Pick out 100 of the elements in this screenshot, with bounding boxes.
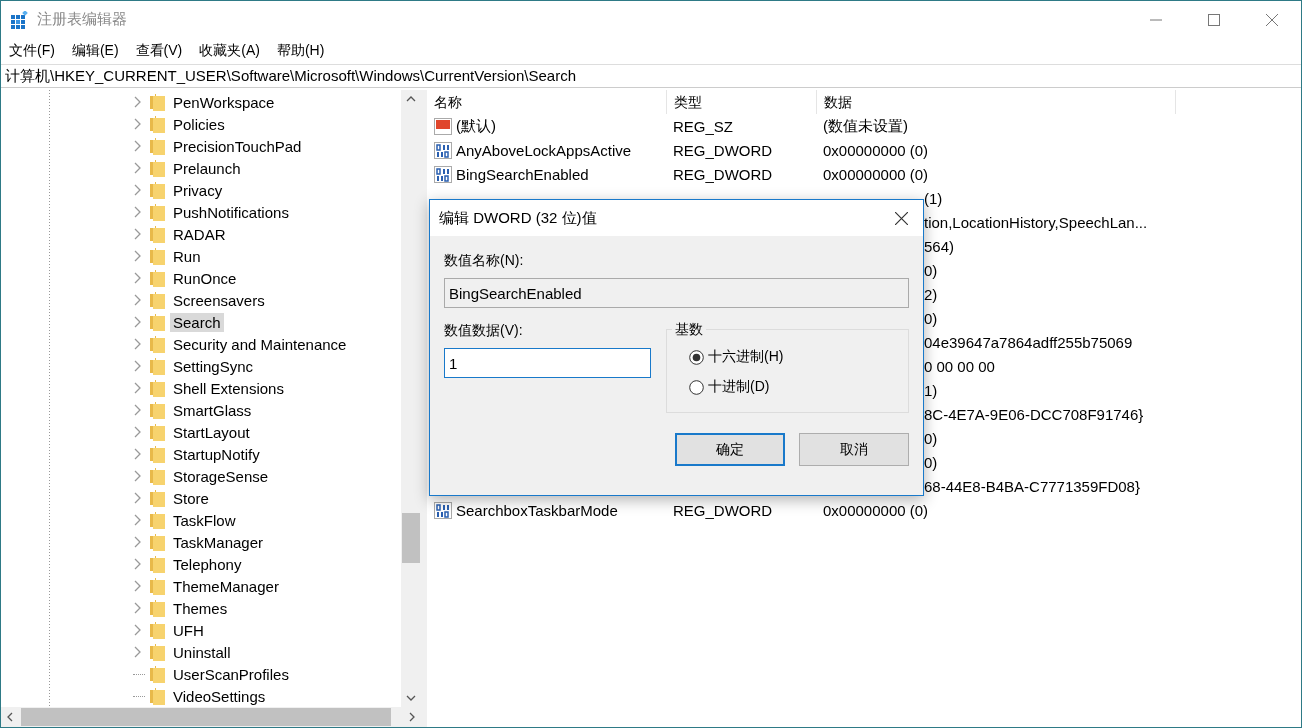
- close-icon: [1266, 13, 1278, 26]
- tree-item[interactable]: PenWorkspace: [170, 92, 278, 112]
- column-header[interactable]: 名称: [427, 90, 667, 114]
- dialog-title: 编辑 DWORD (32 位)值: [439, 208, 597, 228]
- tree-item[interactable]: StartLayout: [170, 422, 253, 442]
- value-data: 8C-4E7A-9E06-DCC708F91746}: [924, 405, 1144, 423]
- menu-item[interactable]: 帮助(H): [276, 42, 325, 60]
- chevron-icon[interactable]: [134, 294, 141, 306]
- chevron-icon[interactable]: [134, 250, 141, 262]
- tree-item[interactable]: SmartGlass: [170, 400, 255, 420]
- chevron-icon[interactable]: [134, 206, 141, 218]
- tree-item[interactable]: TaskFlow: [170, 510, 239, 530]
- group-label: 基数: [672, 321, 706, 339]
- tree-item[interactable]: Privacy: [170, 180, 226, 200]
- chevron-icon[interactable]: [134, 360, 141, 372]
- folder-icon: [150, 115, 165, 133]
- radio-button[interactable]: [689, 379, 704, 395]
- tree-item[interactable]: Shell Extensions: [170, 378, 287, 398]
- value-data: 0x00000000 (0): [822, 501, 929, 519]
- chevron-icon[interactable]: [134, 426, 141, 438]
- folder-icon: [150, 467, 165, 485]
- tree-item[interactable]: PrecisionTouchPad: [170, 136, 305, 156]
- tree-item[interactable]: VideoSettings: [170, 686, 269, 706]
- tree-item[interactable]: StartupNotify: [170, 444, 263, 464]
- registry-grid-icon: [11, 10, 29, 29]
- horizontal-scrollbar[interactable]: [1, 707, 421, 727]
- chevron-icon[interactable]: [134, 382, 141, 394]
- value-name[interactable]: SearchboxTaskbarMode: [456, 501, 618, 519]
- tree-item[interactable]: Store: [170, 488, 212, 508]
- folder-icon: [150, 291, 165, 309]
- radio-button[interactable]: [689, 349, 704, 365]
- chevron-icon[interactable]: [134, 558, 141, 570]
- tree-item[interactable]: Screensavers: [170, 290, 268, 310]
- folder-icon: [150, 203, 165, 221]
- chevron-icon[interactable]: [134, 624, 141, 636]
- radio-label[interactable]: 十进制(D): [708, 378, 770, 396]
- value-data: 1): [924, 381, 938, 399]
- chevron-icon[interactable]: [134, 602, 141, 614]
- address-bar[interactable]: 计算机\HKEY_CURRENT_USER\Software\Microsoft\Windows\CurrentVersion\Search: [1, 64, 1301, 88]
- tree-item[interactable]: PushNotifications: [170, 202, 292, 222]
- value-type: REG_DWORD: [672, 501, 774, 519]
- folder-icon: [150, 533, 165, 551]
- chevron-icon[interactable]: [134, 316, 141, 328]
- menu-item[interactable]: 查看(V): [135, 42, 183, 60]
- chevron-icon[interactable]: [134, 162, 141, 174]
- chevron-icon[interactable]: [134, 646, 141, 658]
- folder-icon: [150, 621, 165, 639]
- maximize-icon: [1208, 13, 1220, 26]
- value-name-field[interactable]: BingSearchEnabled: [444, 278, 909, 308]
- column-header[interactable]: 数据: [817, 90, 1176, 114]
- tree-item[interactable]: Prelaunch: [170, 158, 244, 178]
- chevron-icon[interactable]: [134, 492, 141, 504]
- chevron-icon[interactable]: [134, 514, 141, 526]
- tree-item[interactable]: Run: [170, 246, 204, 266]
- tree-item[interactable]: UserScanProfiles: [170, 664, 292, 684]
- tree-item[interactable]: Security and Maintenance: [170, 334, 350, 354]
- chevron-icon[interactable]: [134, 118, 141, 130]
- tree-item[interactable]: Policies: [170, 114, 228, 134]
- tree-item[interactable]: Themes: [170, 598, 231, 618]
- dialog-button[interactable]: 确定: [675, 433, 785, 466]
- column-header[interactable]: 类型: [667, 90, 817, 114]
- chevron-icon[interactable]: [134, 404, 141, 416]
- dialog-button[interactable]: 取消: [799, 433, 909, 466]
- value-name[interactable]: (默认): [456, 116, 496, 136]
- folder-icon: [150, 137, 165, 155]
- value-data: 0): [924, 453, 938, 471]
- tree-item[interactable]: Uninstall: [170, 642, 234, 662]
- chevron-icon[interactable]: [134, 580, 141, 592]
- menu-item[interactable]: 编辑(E): [71, 42, 119, 60]
- folder-icon: [150, 423, 165, 441]
- chevron-icon[interactable]: [134, 228, 141, 240]
- tree-item[interactable]: Search: [170, 312, 224, 332]
- radio-label[interactable]: 十六进制(H): [708, 348, 784, 366]
- value-name[interactable]: BingSearchEnabled: [456, 165, 589, 183]
- chevron-icon[interactable]: [134, 272, 141, 284]
- chevron-icon[interactable]: [134, 338, 141, 350]
- chevron-icon[interactable]: [134, 96, 141, 108]
- vertical-scrollbar[interactable]: [401, 90, 421, 707]
- scroll-thumb[interactable]: [21, 708, 391, 726]
- tree-item[interactable]: RADAR: [170, 224, 229, 244]
- chevron-icon[interactable]: [134, 140, 141, 152]
- chevron-icon[interactable]: [134, 470, 141, 482]
- menu-item[interactable]: 收藏夹(A): [199, 42, 260, 60]
- chevron-icon[interactable]: [134, 184, 141, 196]
- folder-icon: [150, 687, 165, 705]
- chevron-icon[interactable]: [134, 536, 141, 548]
- menu-item[interactable]: 文件(F): [9, 42, 55, 60]
- value-name[interactable]: AnyAboveLockAppsActive: [456, 141, 632, 159]
- tree-item[interactable]: Telephony: [170, 554, 245, 574]
- tree-item[interactable]: StorageSense: [170, 466, 272, 486]
- tree-item[interactable]: RunOnce: [170, 268, 240, 288]
- tree-item[interactable]: TaskManager: [170, 532, 267, 552]
- tree-item[interactable]: UFH: [170, 620, 207, 640]
- tree-item[interactable]: SettingSync: [170, 356, 257, 376]
- chevron-icon[interactable]: [134, 448, 141, 460]
- folder-icon: [150, 401, 165, 419]
- scroll-thumb[interactable]: [402, 513, 420, 563]
- tree-item[interactable]: ThemeManager: [170, 576, 282, 596]
- string-value-icon: [434, 117, 452, 135]
- value-data-field[interactable]: 1: [444, 348, 651, 378]
